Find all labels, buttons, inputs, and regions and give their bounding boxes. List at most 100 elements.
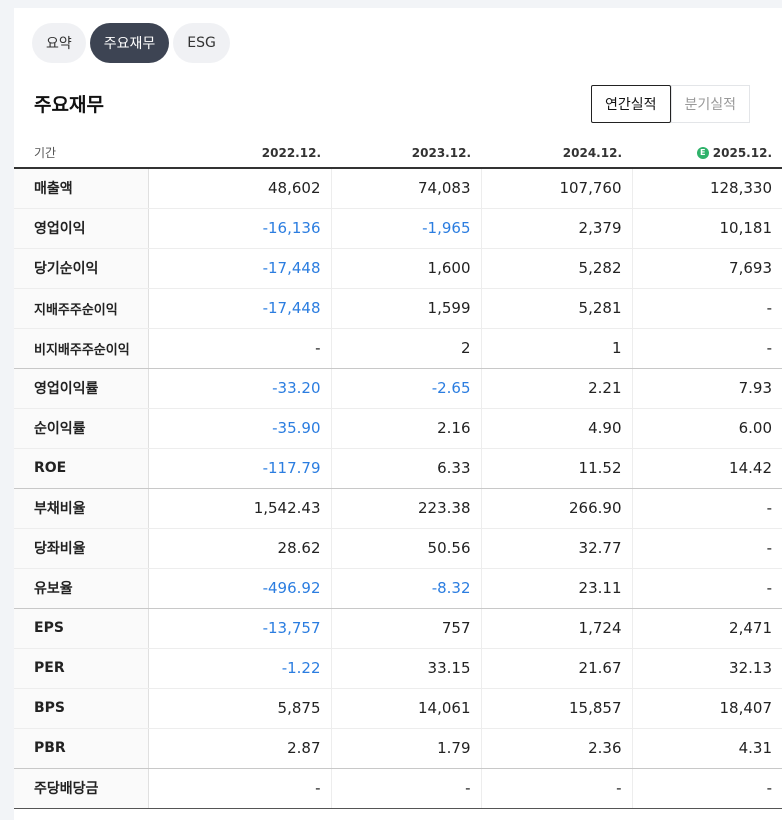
row-label: 당기순이익 <box>14 248 149 289</box>
section-tabs: 요약 주요재무 ESG <box>32 23 230 63</box>
table-row: 당좌비율 28.62 50.56 32.77- <box>14 528 782 569</box>
table-cell: 2 <box>330 328 481 369</box>
financials-card: 요약 주요재무 ESG 주요재무 연간실적 분기실적 기간 2022.12. 2… <box>14 8 782 820</box>
table-cell: 6.33 <box>330 448 481 489</box>
table-cell: -35.90 <box>147 408 331 449</box>
table-row: 비지배주주순이익 -2 1- <box>14 328 782 369</box>
table-cell: 6.00 <box>631 408 782 449</box>
table-cell: -496.92 <box>147 568 331 609</box>
table-cell: 5,281 <box>480 288 632 329</box>
table-cell: -117.79 <box>147 448 331 489</box>
period-toggle: 연간실적 분기실적 <box>591 85 751 123</box>
table-cell: 7,693 <box>631 248 782 289</box>
table-cell: 2,471 <box>631 608 782 649</box>
table-cell: - <box>631 568 782 609</box>
table-cell: 7.93 <box>631 368 782 409</box>
row-label: PBR <box>14 728 149 769</box>
column-header-label: 2025.12. <box>712 145 772 160</box>
table-cell: -13,757 <box>147 608 331 649</box>
table-cell: 2.87 <box>147 728 331 769</box>
table-row: 당기순이익 -17,448 1,600 5,282 7,693 <box>14 248 782 289</box>
row-label: 부채비율 <box>14 488 149 529</box>
table-cell: 2.36 <box>480 728 632 769</box>
table-row: PBR 2.87 1.79 2.36 4.31 <box>14 728 782 769</box>
table-cell: -8.32 <box>330 568 481 609</box>
table-cell: 23.11 <box>480 568 632 609</box>
table-cell: 5,875 <box>147 688 331 729</box>
table-cell: 223.38 <box>330 488 481 529</box>
table-cell: 32.77 <box>480 528 632 569</box>
table-cell: -17,448 <box>147 288 331 329</box>
column-header: 2024.12. <box>481 138 632 169</box>
table-cell: 128,330 <box>631 168 782 209</box>
financials-table: 기간 2022.12. 2023.12. 2024.12. E 2025.12. … <box>14 138 782 809</box>
table-cell: 21.67 <box>480 648 632 689</box>
table-row: BPS 5,875 14,061 15,857 18,407 <box>14 688 782 729</box>
table-cell: 32.13 <box>631 648 782 689</box>
table-cell: 5,282 <box>480 248 632 289</box>
row-label: 당좌비율 <box>14 528 149 569</box>
row-label: 매출액 <box>14 168 149 209</box>
table-cell: 15,857 <box>480 688 632 729</box>
table-cell: - <box>330 768 481 809</box>
section-title: 주요재무 <box>34 94 104 116</box>
table-cell: 2,379 <box>480 208 632 249</box>
tab-summary[interactable]: 요약 <box>32 23 86 63</box>
row-label: PER <box>14 648 149 689</box>
table-cell: -1,965 <box>330 208 481 249</box>
table-cell: 14,061 <box>330 688 481 729</box>
table-cell: 74,083 <box>330 168 481 209</box>
table-cell: 2.16 <box>330 408 481 449</box>
column-header-estimate: E 2025.12. <box>632 138 782 169</box>
table-cell: -33.20 <box>147 368 331 409</box>
tab-key-financials[interactable]: 주요재무 <box>89 23 170 63</box>
table-cell: 33.15 <box>330 648 481 689</box>
quarterly-button[interactable]: 분기실적 <box>670 85 751 123</box>
table-cell: 757 <box>330 608 481 649</box>
table-row: EPS -13,757 757 1,724 2,471 <box>14 608 782 649</box>
table-cell: 1,542.43 <box>147 488 331 529</box>
table-header-row: 기간 2022.12. 2023.12. 2024.12. E 2025.12. <box>14 138 782 169</box>
row-label: EPS <box>14 608 149 649</box>
table-cell: 2.21 <box>480 368 632 409</box>
table-row: 순이익률 -35.90 2.16 4.90 6.00 <box>14 408 782 449</box>
table-cell: 1.79 <box>330 728 481 769</box>
table-row: 부채비율 1,542.43 223.38 266.90- <box>14 488 782 529</box>
table-row: 주당배당금 - - - - <box>14 768 782 809</box>
table-cell: -16,136 <box>147 208 331 249</box>
row-label: 유보율 <box>14 568 149 609</box>
table-cell: 107,760 <box>480 168 632 209</box>
table-cell: -17,448 <box>147 248 331 289</box>
row-label: 순이익률 <box>14 408 149 449</box>
table-cell: 1,600 <box>330 248 481 289</box>
row-label: 지배주주순이익 <box>14 288 149 329</box>
table-row: PER -1.22 33.15 21.67 32.13 <box>14 648 782 689</box>
table-cell: 11.52 <box>480 448 632 489</box>
table-cell: -2.65 <box>330 368 481 409</box>
table-cell: - <box>631 488 782 529</box>
row-label: 비지배주주순이익 <box>14 328 149 369</box>
table-row: 지배주주순이익 -17,448 1,599 5,281- <box>14 288 782 329</box>
table-cell: 50.56 <box>330 528 481 569</box>
table-cell: 4.90 <box>480 408 632 449</box>
table-cell: 4.31 <box>631 728 782 769</box>
table-cell: 48,602 <box>147 168 331 209</box>
table-cell: 1,599 <box>330 288 481 329</box>
column-header: 2023.12. <box>331 138 481 169</box>
row-label: 주당배당금 <box>14 768 149 809</box>
row-label: ROE <box>14 448 149 489</box>
table-cell: 28.62 <box>147 528 331 569</box>
row-label: 영업이익 <box>14 208 149 249</box>
table-cell: 1,724 <box>480 608 632 649</box>
table-row: 매출액 48,602 74,083 107,760 128,330 <box>14 168 782 209</box>
column-header: 2022.12. <box>148 138 331 169</box>
table-cell: - <box>631 768 782 809</box>
annual-button[interactable]: 연간실적 <box>591 85 671 123</box>
table-cell: - <box>631 288 782 329</box>
table-cell: 18,407 <box>631 688 782 729</box>
period-header: 기간 <box>14 138 148 169</box>
tab-esg[interactable]: ESG <box>173 23 230 63</box>
table-cell: 14.42 <box>631 448 782 489</box>
row-label: BPS <box>14 688 149 729</box>
table-cell: - <box>631 328 782 369</box>
